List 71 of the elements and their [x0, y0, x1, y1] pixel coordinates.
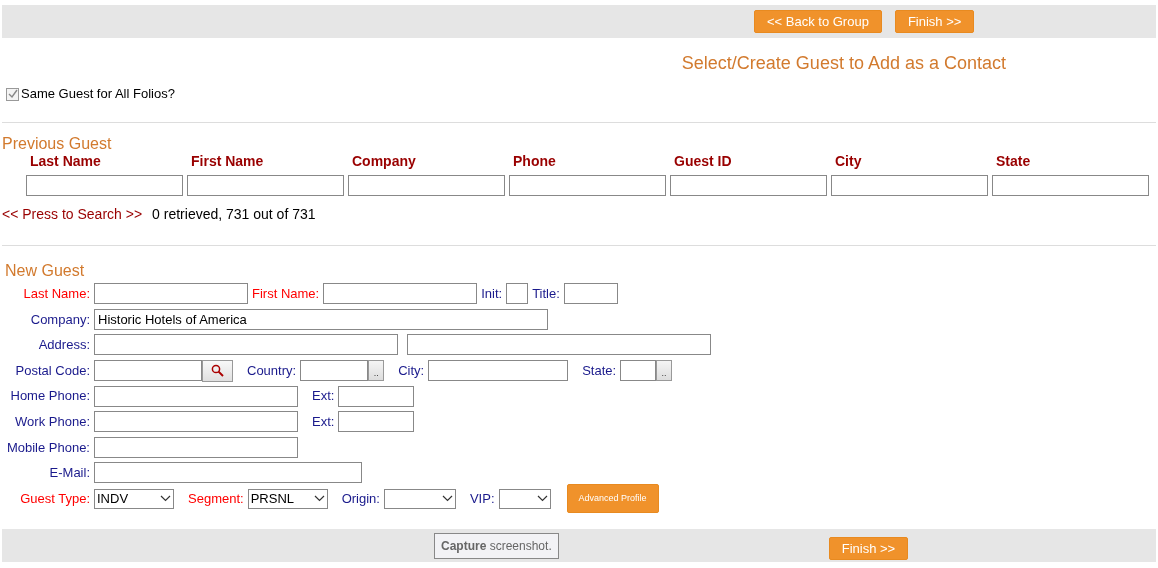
text-input[interactable]	[323, 283, 478, 305]
search-input[interactable]	[26, 175, 183, 196]
text-input[interactable]	[94, 360, 202, 382]
field-label: First Name:	[252, 285, 320, 304]
field-label: Ext:	[312, 413, 335, 431]
search-input[interactable]	[509, 175, 666, 196]
text-input[interactable]	[94, 436, 298, 458]
text-input[interactable]	[428, 360, 569, 382]
caret-icon	[536, 495, 548, 503]
dropdown[interactable]	[383, 488, 456, 509]
field-label: Title:	[532, 285, 560, 304]
field-label: Address:	[37, 336, 90, 355]
capture-button[interactable]: Capture screenshot.	[434, 532, 559, 559]
text-input[interactable]	[407, 334, 711, 356]
search-input[interactable]	[992, 175, 1149, 196]
field-label: City:	[398, 361, 425, 380]
section-heading: New Guest	[5, 262, 85, 279]
search-input[interactable]	[670, 175, 827, 196]
dropdown[interactable]: PRSNL	[247, 488, 328, 509]
text-input[interactable]	[506, 283, 529, 305]
search-input[interactable]	[187, 175, 344, 196]
section-heading: Previous Guest	[2, 135, 112, 152]
checkbox-label: Same Guest for All Folios?	[21, 85, 175, 104]
text-input[interactable]	[94, 334, 398, 356]
field-label: Work Phone:	[14, 413, 90, 431]
search-icon	[211, 364, 224, 378]
column-header: Guest ID	[674, 153, 732, 169]
checkbox[interactable]	[6, 87, 19, 101]
field-label: Company:	[29, 310, 90, 329]
field-label: Country:	[247, 361, 297, 380]
field-label: Home Phone:	[9, 387, 90, 406]
text-input[interactable]	[338, 385, 415, 407]
result-count: 0 retrieved, 731 out of 731	[152, 205, 316, 221]
column-header: Last Name	[30, 153, 101, 169]
field-label: Guest Type:	[19, 489, 90, 508]
field-label: Postal Code:	[14, 361, 90, 380]
field-label: State:	[582, 361, 617, 380]
text-input[interactable]	[94, 462, 362, 484]
text-input[interactable]: Historic Hotels of America	[94, 308, 548, 330]
column-header: Phone	[513, 153, 556, 169]
search-link[interactable]: << Press to Search >>	[2, 204, 143, 221]
caret-icon	[313, 495, 325, 503]
lookup-button[interactable]: ..	[656, 360, 673, 382]
field-label: Ext:	[312, 387, 335, 406]
page-title: Select/Create Guest to Add as a Contact	[681, 53, 1006, 73]
field-label: Origin:	[341, 489, 380, 508]
search-input[interactable]	[348, 175, 505, 196]
field-label: Last Name:	[22, 285, 90, 304]
dropdown[interactable]	[498, 488, 551, 509]
text-input[interactable]	[94, 283, 248, 305]
column-header: City	[835, 153, 862, 169]
column-header: First Name	[191, 153, 264, 169]
caret-icon	[160, 495, 171, 503]
lookup-button[interactable]: ..	[368, 360, 385, 382]
field-label: Mobile Phone:	[5, 438, 90, 457]
text-input[interactable]	[563, 283, 618, 305]
text-input[interactable]	[94, 411, 298, 433]
column-header: State	[996, 153, 1031, 169]
field-label: Init:	[481, 285, 503, 304]
field-label: VIP:	[469, 489, 495, 508]
text-input[interactable]	[300, 360, 369, 382]
text-input[interactable]	[94, 385, 298, 407]
field-label: E-Mail:	[48, 464, 90, 483]
field-label: Segment:	[188, 489, 244, 508]
text-input[interactable]	[338, 411, 415, 433]
column-header: Company	[352, 153, 416, 169]
text-input[interactable]	[620, 360, 657, 382]
search-button[interactable]	[202, 359, 233, 382]
search-input[interactable]	[831, 175, 988, 196]
dropdown[interactable]: INDV	[94, 488, 174, 509]
caret-icon	[441, 495, 453, 503]
